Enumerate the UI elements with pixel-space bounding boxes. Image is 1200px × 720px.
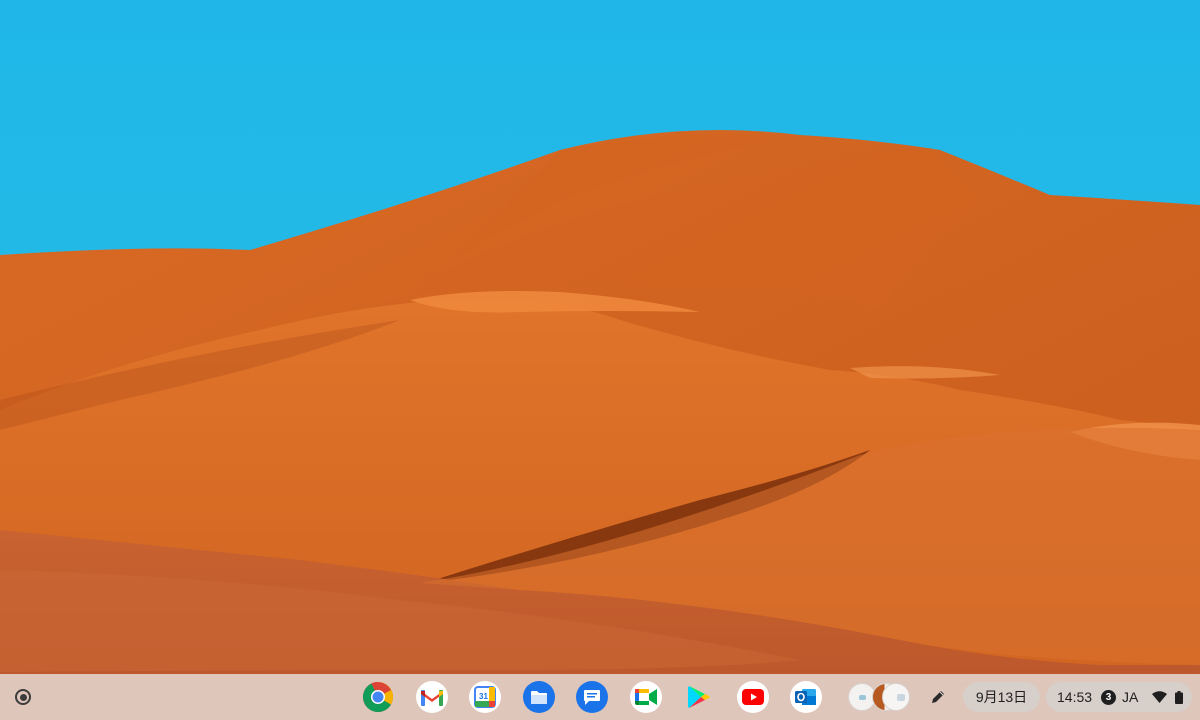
launcher-button[interactable]	[8, 682, 38, 712]
chrome-icon[interactable]	[362, 681, 394, 713]
outlook-icon[interactable]	[790, 681, 822, 713]
stylus-pen-icon[interactable]	[923, 682, 953, 712]
holding-space-thumbnails[interactable]	[848, 682, 912, 712]
youtube-icon[interactable]	[736, 681, 769, 713]
desktop-wallpaper	[0, 0, 1200, 720]
date-label: 9月13日	[975, 689, 1028, 705]
calendar-icon[interactable]: 31	[469, 681, 501, 713]
files-icon[interactable]	[522, 681, 555, 713]
holding-thumbnail	[882, 683, 910, 711]
pinned-apps: 31	[362, 680, 822, 714]
battery-icon	[1175, 690, 1183, 704]
ime-indicator: JA	[1122, 689, 1139, 705]
launcher-circle-icon	[15, 689, 31, 705]
gmail-icon[interactable]	[415, 681, 448, 713]
wifi-icon	[1152, 691, 1167, 703]
notification-count-badge: 3	[1101, 689, 1116, 705]
status-area[interactable]: 14:53 3 JA	[1046, 682, 1192, 712]
play-store-icon[interactable]	[683, 681, 715, 713]
clock-time: 14:53	[1057, 689, 1093, 705]
meet-icon[interactable]	[629, 681, 662, 713]
messages-icon[interactable]	[576, 681, 608, 713]
calendar-day-label: 31	[479, 692, 488, 701]
date-tray-button[interactable]: 9月13日	[963, 682, 1040, 712]
shelf: 31 9月13日 14:53 3 JA	[0, 674, 1200, 720]
